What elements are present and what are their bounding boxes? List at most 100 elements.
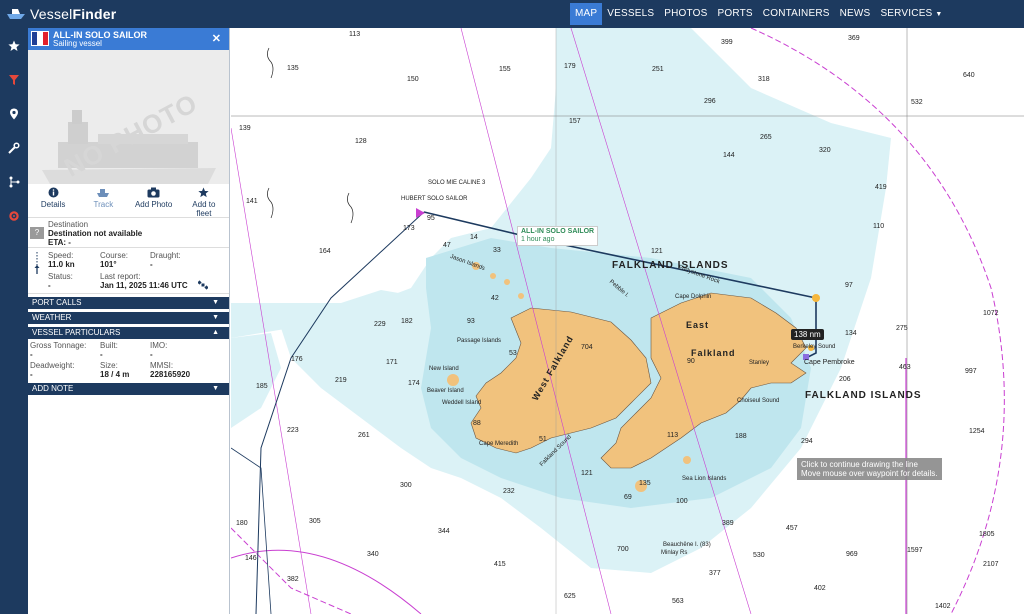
tooltip-line-1: Click to continue drawing the line [801,460,918,469]
route-icon[interactable] [6,174,22,190]
logo-text-finder: Finder [72,6,117,22]
depth-sounding: 121 [651,248,663,255]
tools-icon[interactable] [6,140,22,156]
add-to-fleet-button[interactable]: Add to fleet [179,184,229,218]
depth-sounding: 532 [911,99,923,106]
add-photo-button[interactable]: Add Photo [129,184,179,217]
place-label: Beauchêne I. (83) [663,542,711,548]
depth-sounding: 969 [846,551,858,558]
depth-sounding: 182 [401,318,413,325]
depth-sounding: 69 [624,494,632,501]
depth-sounding: 232 [503,488,515,495]
filter-icon[interactable] [6,72,22,88]
nav-services[interactable]: SERVICES ▼ [875,0,947,28]
tooltip-line-2: Move mouse over waypoint for details. [801,469,938,478]
settings-gear-icon[interactable] [6,208,22,224]
star-icon[interactable] [6,38,22,54]
depth-sounding: 625 [564,593,576,600]
location-pin-icon[interactable] [6,106,22,122]
ship-logo-icon [7,9,25,19]
depth-sounding: 135 [287,65,299,72]
gross-tonnage-value: - [30,350,33,359]
depth-sounding: 121 [581,470,593,477]
depth-sounding: 305 [309,518,321,525]
deadweight-label: Deadweight: [30,361,75,370]
depth-sounding: 997 [965,368,977,375]
depth-sounding: 369 [848,35,860,42]
built-value: - [100,350,103,359]
distance-label: 138 nm [791,329,824,340]
nautical-chart-map[interactable]: FALKLAND ISLANDS FALKLAND ISLANDS East F… [231,28,1024,614]
size-value: 18 / 4 m [100,370,130,379]
add-photo-label: Add Photo [134,200,173,209]
weather-label: WEATHER [32,313,72,322]
size-label: Size: [100,361,118,370]
weather-section[interactable]: WEATHER ▼ [28,312,229,324]
nav-ports[interactable]: PORTS [713,0,758,28]
place-label: Sea Lion Islands [682,476,727,482]
depth-sounding: 47 [443,242,451,249]
region-label: FALKLAND ISLANDS [612,260,729,271]
camera-icon [147,187,160,198]
place-label: Cape Dolphin [675,294,712,300]
depth-sounding: 90 [687,358,695,365]
add-to-fleet-label-2: fleet [196,209,212,218]
built-label: Built: [100,341,118,350]
depth-sounding: 463 [899,364,911,371]
depth-sounding: 144 [723,152,735,159]
depth-sounding: 563 [672,598,684,605]
depth-sounding: 128 [355,138,367,145]
depth-sounding: 340 [367,551,379,558]
depth-sounding: 174 [408,380,420,387]
vessel-particulars-label: VESSEL PARTICULARS [32,328,121,337]
nav-map[interactable]: MAP [570,3,603,25]
depth-sounding: 97 [845,282,853,289]
left-toolbar [0,28,28,614]
star-icon [198,187,210,198]
nav-vessels[interactable]: VESSELS [602,0,659,28]
depth-sounding: 1402 [935,603,951,610]
depth-sounding: 134 [845,330,857,337]
details-button[interactable]: Details [28,184,78,217]
top-navbar: VesselFinder MAP VESSELS PHOTOS PORTS CO… [0,0,1024,28]
vessel-map-time: 1 hour ago [521,236,555,243]
depth-sounding: 530 [753,552,765,559]
vessel-map-label[interactable]: ALL-IN SOLO SAILOR 1 hour ago [517,226,599,246]
place-label: Cape Pembroke [804,359,855,366]
speed-value: 11.0 kn [48,260,75,269]
vesselfinder-logo[interactable]: VesselFinder [0,6,300,22]
nav-containers[interactable]: CONTAINERS [758,0,835,28]
port-calls-section[interactable]: PORT CALLS ▼ [28,297,229,309]
depth-sounding: 88 [473,420,481,427]
depth-sounding: 95 [427,215,435,222]
chevron-down-icon: ▼ [212,299,219,306]
vessel-particulars-section[interactable]: VESSEL PARTICULARS ▲ [28,327,229,339]
track-button[interactable]: Track [78,184,128,217]
last-report-value: Jan 11, 2025 11:46 UTC [100,281,188,290]
place-label: Beaver Island [427,388,464,394]
nav-photos[interactable]: PHOTOS [659,0,712,28]
depth-sounding: 1072 [983,310,999,317]
depth-sounding: 139 [239,125,251,132]
depth-sounding: 223 [287,427,299,434]
depth-sounding: 135 [639,480,651,487]
vessel-type: Sailing vessel [53,39,102,48]
depth-sounding: 219 [335,377,347,384]
depth-sounding: 157 [569,118,581,125]
close-icon[interactable]: ✕ [212,32,221,45]
unknown-port-icon: ? [30,227,44,239]
destination-value: Destination not available [48,229,143,238]
depth-sounding: 180 [236,520,248,527]
depth-sounding: 419 [875,184,887,191]
chevron-down-icon: ▼ [212,314,219,321]
add-note-section[interactable]: ADD NOTE ▼ [28,383,229,395]
waypoint-marker[interactable] [812,294,820,302]
depth-sounding: 457 [786,525,798,532]
nav-news[interactable]: NEWS [835,0,876,28]
depth-sounding: 100 [676,498,688,505]
depth-sounding: 275 [896,325,908,332]
course-value: 101° [100,260,117,269]
place-label: Weddell Island [442,400,482,406]
depth-sounding: 700 [617,546,629,553]
depth-sounding: 173 [403,225,415,232]
